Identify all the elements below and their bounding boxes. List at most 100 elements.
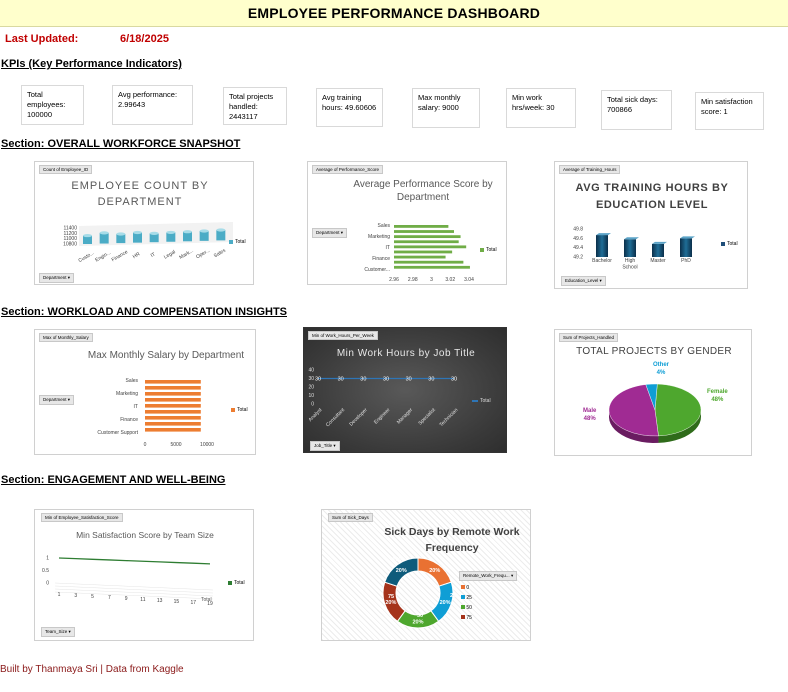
x-tick-label: Oper... [195, 248, 211, 261]
x-tick-label: Bachelor [592, 258, 612, 264]
x-tick-label: 11 [140, 597, 145, 603]
y-tick-label: 49.4 [573, 245, 583, 251]
y-tick-label: Finance [372, 256, 390, 262]
sick-days-chart[interactable]: Sum of Sick_Days Sick Days by Remote Wor… [321, 509, 531, 641]
dropdown-icon: ▾ [67, 397, 71, 402]
remote-work-filter[interactable]: Remote_Work_Frequ... ▾ [459, 571, 518, 581]
legend-label: 0 [466, 585, 470, 591]
bar [394, 265, 470, 269]
salary-plot: SalesMarketingITFinanceCustomer Support … [97, 378, 214, 448]
data-label: 30 [406, 377, 412, 383]
employee-count-chart[interactable]: Count of Employee_ID EMPLOYEE COUNT BY D… [34, 161, 254, 285]
department-filter[interactable]: Department ▾ [312, 228, 348, 238]
bar [394, 235, 461, 239]
floor-gridline [54, 582, 214, 591]
min-work-hours-chart[interactable]: Min of Work_Hours_Per_Week Min Work Hour… [303, 327, 507, 453]
x-tick-label: Engineer [373, 407, 392, 426]
bar [145, 410, 201, 414]
kpi-text: Min satisfaction score: 1 [701, 97, 753, 116]
x-tick-label: 17 [190, 600, 196, 606]
kpi-text: Total projects handled: 2443117 [229, 92, 274, 121]
bar [145, 398, 201, 402]
filter-label: Department [43, 397, 67, 402]
legend: Total [228, 580, 245, 586]
legend-swatch [480, 248, 484, 252]
filter-label: Department [43, 275, 67, 280]
filter-label: Team_Size [45, 629, 68, 634]
job-title-filter[interactable]: Job_Title ▾ [310, 441, 340, 451]
x-tick-label: Specialist [417, 407, 437, 427]
legend-swatch [472, 400, 478, 402]
bar-top [216, 228, 226, 232]
department-filter[interactable]: Department ▾ [39, 273, 75, 283]
x-tick-label: Technician [438, 407, 459, 428]
legend-label: Total [486, 247, 497, 253]
dashboard-title: EMPLOYEE PERFORMANCE DASHBOARD [0, 0, 788, 27]
bar [652, 243, 664, 257]
x-tick-label: 1 [58, 592, 61, 598]
education-filter[interactable]: Education_Level ▾ [561, 276, 606, 286]
bar [624, 239, 636, 257]
bar-top [680, 236, 695, 239]
kpi-text: Min work hrs/week: 30 [512, 93, 555, 112]
y-tick-label: Customer Support [97, 430, 138, 436]
donut-data-label: 20% [412, 620, 423, 626]
bar-top [149, 231, 159, 235]
legend: Total [721, 241, 738, 247]
y-tick-label: 49.8 [573, 227, 583, 233]
data-label: 30 [338, 377, 344, 383]
satisfaction-chart[interactable]: Min of Employee_Satisfaction_Score Min S… [34, 509, 254, 641]
donut-data-label: 20% [440, 600, 451, 606]
bar-top [624, 237, 639, 240]
dropdown-icon: ▾ [333, 443, 336, 448]
legend: Total [480, 247, 497, 253]
team-size-filter[interactable]: Team_Size ▾ [41, 627, 75, 637]
legend-swatch [461, 595, 465, 599]
data-label: 30 [383, 377, 389, 383]
training-hours-chart[interactable]: Average of Training_Hours AVG TRAINING H… [554, 161, 748, 289]
y-tick-label: Marketing [116, 391, 138, 397]
bar [394, 260, 464, 264]
legend: Total [229, 239, 246, 245]
section-header-workforce: Section: OVERALL WORKFORCE SNAPSHOT [1, 138, 241, 150]
x-tick-label: Finance [111, 249, 130, 263]
projects-by-gender-chart[interactable]: Sum of Projects_Handled TOTAL PROJECTS B… [554, 329, 752, 456]
y-tick-label: 49.2 [573, 255, 583, 261]
slice-name: Female [707, 389, 728, 395]
bar [394, 245, 467, 249]
performance-score-chart[interactable]: Average of Performance_Score Average Per… [307, 161, 507, 285]
donut-outer-label: 75 [388, 594, 394, 600]
satisfaction-plot: 10.50 1 3 5 7 9 11 13 15 17 19 [42, 556, 214, 607]
filter-label: Education_Level [565, 278, 599, 283]
legend-item: 50 [461, 603, 472, 613]
dropdown-icon: ▾ [510, 573, 514, 578]
legend-label: 75 [466, 615, 472, 621]
series-line [58, 557, 211, 565]
kpi-header: KPIs (Key Performance Indicators) [1, 58, 182, 70]
performance-plot: Sales Marketing IT Finance Customer... 2.96 2… [364, 223, 474, 283]
bar-top [133, 230, 142, 235]
kpi-text: Avg training hours: 49.60606 [322, 93, 377, 112]
max-salary-chart[interactable]: Max of Monthly_Salary Max Monthly Salary… [34, 329, 256, 455]
department-filter[interactable]: Department ▾ [39, 395, 75, 405]
x-tick-label: 2.96 [389, 277, 399, 283]
slice-name: Male [583, 408, 597, 414]
data-label: 30 [428, 377, 434, 383]
legend-label: 25 [466, 595, 472, 601]
y-tick-label: 0 [46, 581, 49, 587]
bar [145, 428, 201, 432]
x-tick-label: Sales [213, 248, 227, 260]
bar-top [83, 233, 92, 238]
y-tick-label: 30 [308, 376, 314, 382]
data-label: 30 [360, 377, 366, 383]
y-tick-label: Finance [120, 417, 138, 423]
kpi-avg-training: Avg training hours: 49.60606 [316, 88, 383, 127]
y-tick-label: IT [134, 404, 138, 410]
bar [145, 380, 201, 384]
bar-top [596, 233, 611, 236]
legend-swatch [461, 605, 465, 609]
x-tick-label: Custo... [78, 250, 96, 264]
y-tick-label: 10 [308, 393, 314, 399]
bar [145, 392, 201, 396]
dropdown-icon: ▾ [68, 629, 71, 634]
